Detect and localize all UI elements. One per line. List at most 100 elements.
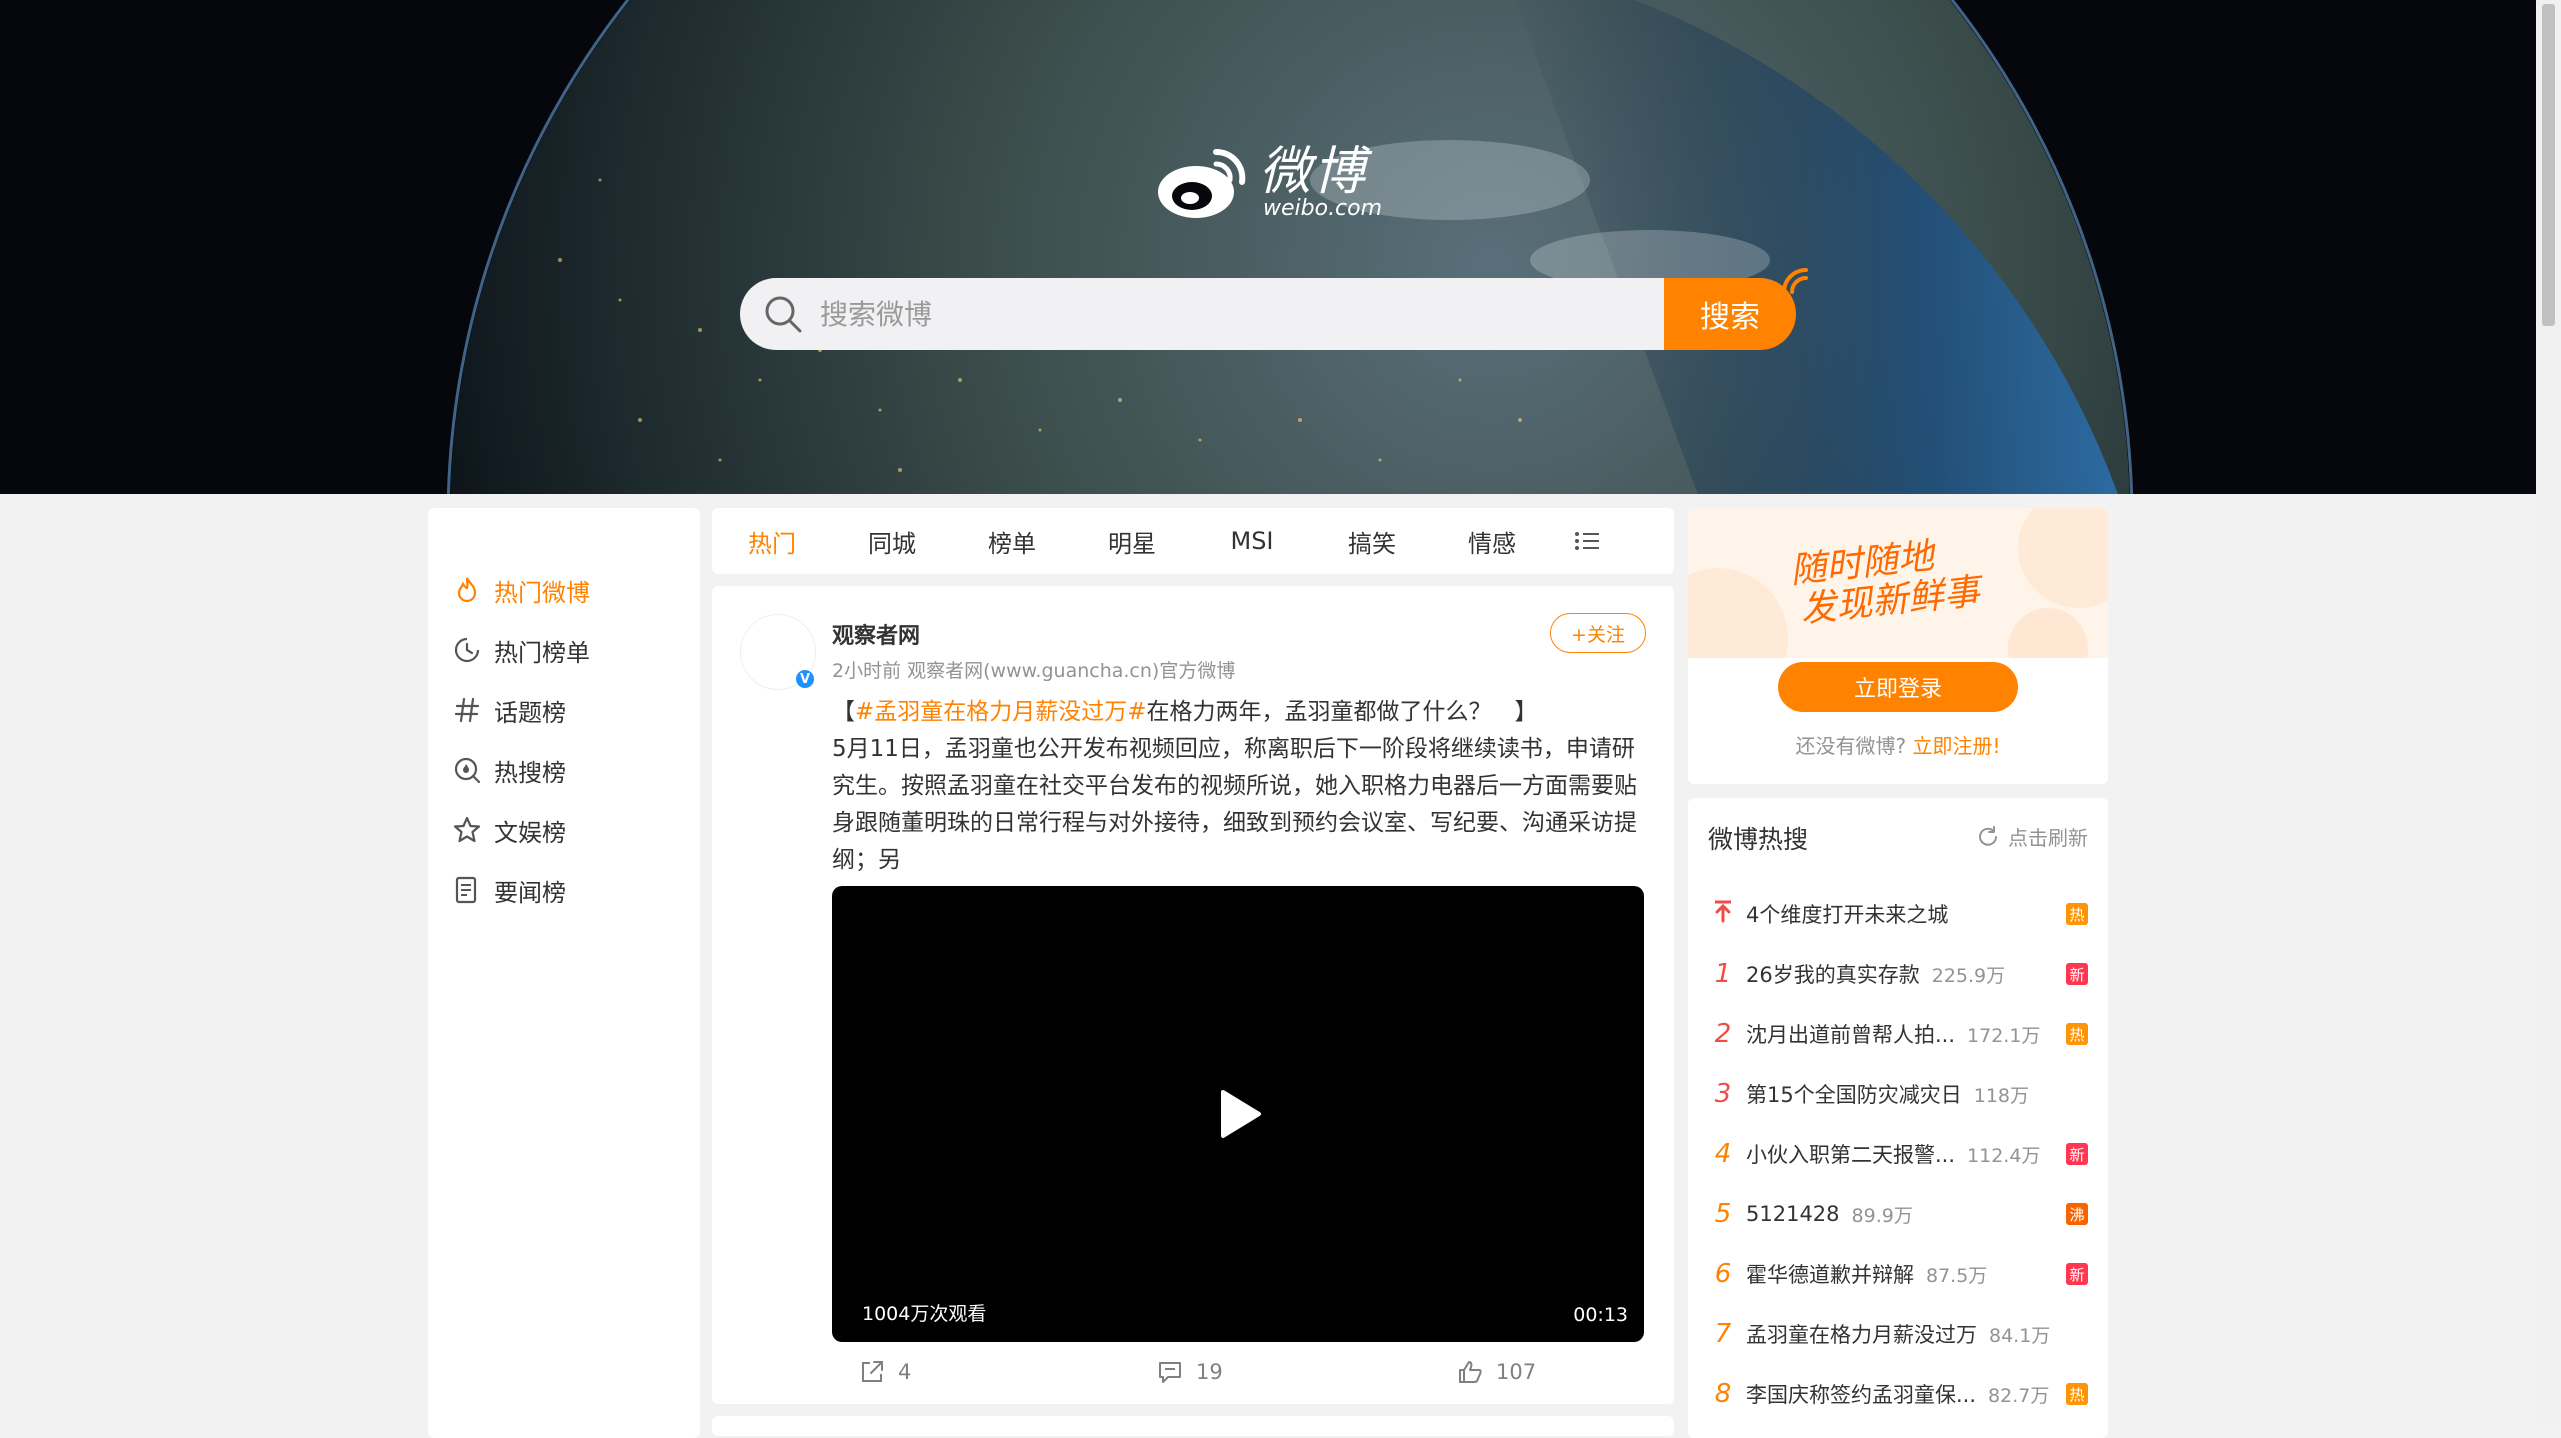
brand-domain: weibo.com: [1263, 196, 1383, 221]
verified-badge: V: [794, 668, 816, 690]
hot-rank: 7: [1714, 1319, 1732, 1349]
hot-search-title: 微博热搜: [1708, 825, 1809, 854]
repost-icon: [862, 1361, 883, 1382]
post-text: 【#孟羽童在格力月薪没过万#在格力两年，孟羽童都做了什么？ 】 5月11日，孟羽…: [832, 694, 1652, 916]
hot-count: 82.7万: [1988, 1384, 2050, 1407]
hot-search-item[interactable]: 7 孟羽童在格力月薪没过万 84.1万: [1688, 1304, 2108, 1364]
hot-search-list: 4个维度打开未来之城热 1 26岁我的真实存款 225.9万新 2 沈月出道前曾帮人拍..…: [1688, 884, 2108, 1424]
hot-count: 118万: [1973, 1084, 2029, 1107]
nav-item-hot-list[interactable]: 热门榜单: [428, 620, 700, 680]
refresh-icon: [1979, 825, 1997, 846]
nav-item-label: 热搜榜: [494, 758, 566, 787]
post-time[interactable]: 2小时前: [832, 660, 901, 682]
video-player[interactable]: 1004万次观看 00:13: [832, 886, 1644, 1342]
hot-search-item[interactable]: 4 小伙入职第二天报警... 112.4万 新: [1688, 1124, 2108, 1184]
like-count: 107: [1496, 1360, 1537, 1384]
hot-search-item[interactable]: 5 5121428 89.9万 沸: [1688, 1184, 2108, 1244]
hot-search-item[interactable]: 8 李国庆称签约孟羽童保... 82.7万热: [1688, 1364, 2108, 1424]
hot-word[interactable]: 李国庆称签约孟羽童保...: [1746, 1379, 1976, 1409]
refresh-button[interactable]: 点击刷新: [1976, 822, 2088, 851]
post-title: 在格力两年，孟羽童都做了什么？ 】: [1146, 699, 1538, 725]
tab-rankings[interactable]: 榜单: [952, 524, 1072, 559]
nav-item-entertainment[interactable]: 文娱榜: [428, 800, 700, 860]
hot-word[interactable]: 沈月出道前曾帮人拍...: [1746, 1019, 1955, 1049]
scrollbar-thumb[interactable]: [2542, 4, 2555, 326]
search-box: [740, 278, 1670, 350]
nav-item-label: 热门榜单: [494, 638, 590, 667]
thumbs-up-icon: [1459, 1361, 1482, 1383]
nav-item-hot-search[interactable]: 热搜榜: [428, 740, 700, 800]
tabs-more-button[interactable]: [1552, 530, 1622, 552]
hot-word[interactable]: 孟羽童在格力月薪没过万: [1746, 1319, 1977, 1349]
hot-word[interactable]: 5121428: [1746, 1202, 1840, 1226]
weibo-eye-icon: [1158, 148, 1246, 218]
post-actions: 4 19 107: [712, 1352, 1674, 1396]
tab-stars[interactable]: 明星: [1072, 524, 1192, 559]
hot-count: 84.1万: [1989, 1324, 2051, 1347]
hot-word[interactable]: 霍华德道歉并辩解: [1746, 1259, 1914, 1289]
post-hashtag[interactable]: #孟羽童在格力月薪没过万#: [855, 699, 1147, 725]
play-icon[interactable]: [1209, 1084, 1269, 1144]
nav-item-label: 话题榜: [494, 698, 566, 727]
nav-item-label: 要闻榜: [494, 878, 566, 907]
hot-rank: 8: [1714, 1379, 1732, 1409]
nav-item-hot-weibo[interactable]: 热门微博: [428, 560, 700, 620]
post-author[interactable]: 观察者网: [832, 618, 920, 650]
hot-search-item[interactable]: 1 26岁我的真实存款 225.9万 新: [1688, 944, 2108, 1004]
pinned-arrow-icon: [1708, 899, 1738, 930]
refresh-label: 点击刷新: [2008, 826, 2088, 850]
nav-item-news[interactable]: 要闻榜: [428, 860, 700, 920]
category-tabs: 热门 同城 榜单 明星 MSI 搞笑 情感: [712, 508, 1674, 574]
tab-local[interactable]: 同城: [832, 524, 952, 559]
hot-rank: 4: [1714, 1139, 1732, 1169]
repost-button[interactable]: 4: [858, 1358, 911, 1386]
hot-badge: 热: [2066, 903, 2088, 925]
like-button[interactable]: 107: [1456, 1358, 1536, 1386]
search-bar: 搜索: [740, 268, 1808, 350]
nav-item-label: 文娱榜: [494, 818, 566, 847]
hot-badge: 热: [2066, 1383, 2088, 1405]
video-duration: 00:13: [1573, 1304, 1628, 1326]
hot-count: 112.4万: [1967, 1144, 2041, 1167]
login-button[interactable]: 立即登录: [1778, 662, 2018, 712]
search-icon: [765, 296, 802, 333]
repost-count: 4: [898, 1360, 912, 1384]
post-source: 观察者网(www.guancha.cn)官方微博: [907, 660, 1236, 682]
left-nav: 热门微博 热门榜单 话题榜 热搜榜 文娱榜 要闻榜: [428, 508, 700, 1438]
nav-item-topic-list[interactable]: 话题榜: [428, 680, 700, 740]
post-meta: 2小时前 观察者网(www.guancha.cn)官方微博: [832, 656, 1235, 683]
hot-search-panel: 微博热搜 点击刷新 4个维度打开未来之城热 1 26岁我的真实存款 225.9万新 2 沈…: [1688, 798, 2108, 1438]
hot-rank: 6: [1714, 1259, 1732, 1289]
search-input[interactable]: [820, 297, 1620, 331]
hot-count: 225.9万: [1931, 964, 2006, 987]
post-body: 5月11日，孟羽童也公开发布视频回应，称离职后下一阶段将继续读书，申请研究生。按…: [832, 736, 1637, 873]
nav-item-label: 热门微博: [494, 578, 590, 607]
hot-rank: 2: [1714, 1019, 1732, 1049]
new-badge: 新: [2066, 1143, 2088, 1165]
page-scrollbar[interactable]: [2536, 0, 2561, 1427]
tab-emotion[interactable]: 情感: [1432, 524, 1552, 559]
hot-rank: 1: [1714, 959, 1732, 989]
hot-search-item[interactable]: 4个维度打开未来之城 热: [1688, 884, 2108, 944]
hot-search-item[interactable]: 6 霍华德道歉并辩解 87.5万 新: [1688, 1244, 2108, 1304]
hot-word[interactable]: 4个维度打开未来之城: [1746, 899, 1948, 929]
register-link[interactable]: 立即注册!: [1912, 734, 2000, 758]
tab-funny[interactable]: 搞笑: [1312, 524, 1432, 559]
register-text: 还没有微博?: [1795, 734, 1907, 758]
hot-word[interactable]: 小伙入职第二天报警...: [1746, 1139, 1955, 1169]
comment-button[interactable]: 19: [1156, 1358, 1223, 1386]
follow-button[interactable]: +关注: [1550, 613, 1646, 653]
hot-count: 87.5万: [1926, 1264, 1988, 1287]
weibo-logo[interactable]: 微博 weibo.com: [1154, 142, 1382, 222]
tab-hot[interactable]: 热门: [712, 524, 832, 559]
new-badge: 新: [2066, 963, 2088, 985]
hot-rank: 3: [1714, 1079, 1732, 1109]
hot-search-item[interactable]: 2 沈月出道前曾帮人拍... 172.1万 热: [1688, 1004, 2108, 1064]
hot-count: 89.9万: [1851, 1204, 1913, 1227]
hot-word[interactable]: 26岁我的真实存款: [1746, 959, 1920, 989]
hot-search-item[interactable]: 3 第15个全国防灾减灾日 118万: [1688, 1064, 2108, 1124]
post-title-open: 【: [832, 699, 855, 725]
hot-word[interactable]: 第15个全国防灾减灾日: [1746, 1079, 1962, 1109]
comment-count: 19: [1196, 1360, 1223, 1384]
tab-msi[interactable]: MSI: [1192, 527, 1312, 555]
